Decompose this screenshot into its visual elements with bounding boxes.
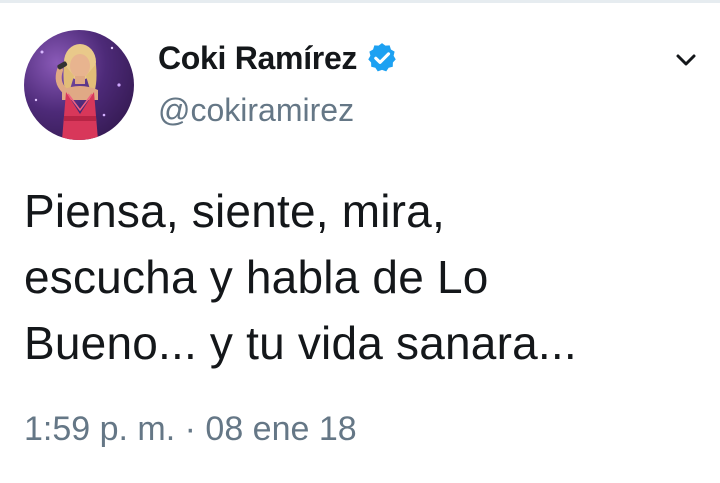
chevron-down-icon[interactable]: [670, 44, 702, 76]
divider: [0, 0, 720, 3]
profile-photo-singer-icon: [34, 44, 121, 140]
tweet-text: Piensa, siente, mira, escucha y habla de…: [24, 185, 577, 369]
display-name[interactable]: Coki Ramírez: [158, 40, 357, 77]
tweet-card: Coki Ramírez @cokiramirez Piensa, siente…: [0, 0, 720, 483]
verified-badge-icon: [368, 43, 396, 72]
tweet-timestamp[interactable]: 1:59 p. m. · 08 ene 18: [24, 410, 357, 449]
author-row: Coki Ramírez: [158, 36, 399, 80]
user-handle[interactable]: @cokiramirez: [158, 92, 354, 129]
avatar[interactable]: [24, 30, 134, 140]
